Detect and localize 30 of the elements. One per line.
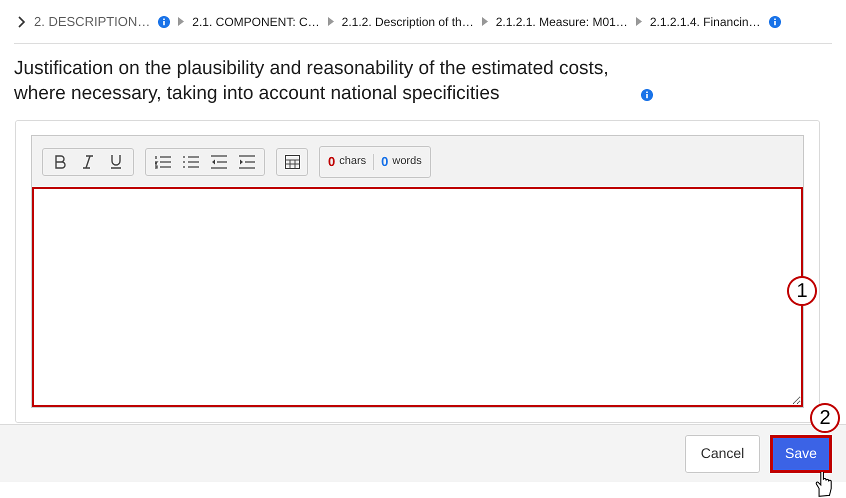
callout-marker: 1 <box>787 276 817 306</box>
save-button[interactable]: Save <box>770 434 832 472</box>
char-count-label: chars <box>339 154 366 170</box>
section-heading: Justification on the plausibility and reasonability of the estimated costs, where necessary, taking into account national specificities <box>14 57 610 106</box>
bold-icon <box>54 154 66 168</box>
numbered-list-icon <box>155 154 171 168</box>
table-icon <box>284 154 300 168</box>
breadcrumb-separator-icon <box>328 17 334 26</box>
callout-marker: 2 <box>810 403 840 433</box>
breadcrumb-item[interactable]: 2.1. COMPONENT: C… <box>192 12 320 30</box>
info-icon[interactable] <box>158 16 170 28</box>
info-icon[interactable] <box>768 16 781 28</box>
italic-icon <box>82 154 94 168</box>
bullet-list-icon <box>183 154 199 168</box>
breadcrumb-separator-icon <box>482 17 488 26</box>
word-count: 0 <box>381 152 388 171</box>
breadcrumb-item[interactable]: 2.1.2.1.4. Financin… <box>650 12 761 30</box>
word-count-label: words <box>392 154 422 170</box>
breadcrumb-item[interactable]: 2.1.2.1. Measure: M01… <box>496 12 628 30</box>
breadcrumb-item[interactable]: 2. DESCRIPTION… <box>34 12 150 32</box>
outdent-icon <box>211 154 227 168</box>
breadcrumb-item[interactable]: 2.1.2. Description of th… <box>342 12 474 30</box>
breadcrumb-separator-icon <box>636 17 642 26</box>
underline-icon <box>110 154 122 169</box>
char-count: 0 <box>328 152 336 171</box>
cancel-button[interactable]: Cancel <box>685 434 760 472</box>
info-icon[interactable] <box>641 89 653 101</box>
indent-icon <box>239 154 255 168</box>
breadcrumb-separator-icon <box>178 17 184 26</box>
chevron-right-icon[interactable] <box>18 16 26 28</box>
